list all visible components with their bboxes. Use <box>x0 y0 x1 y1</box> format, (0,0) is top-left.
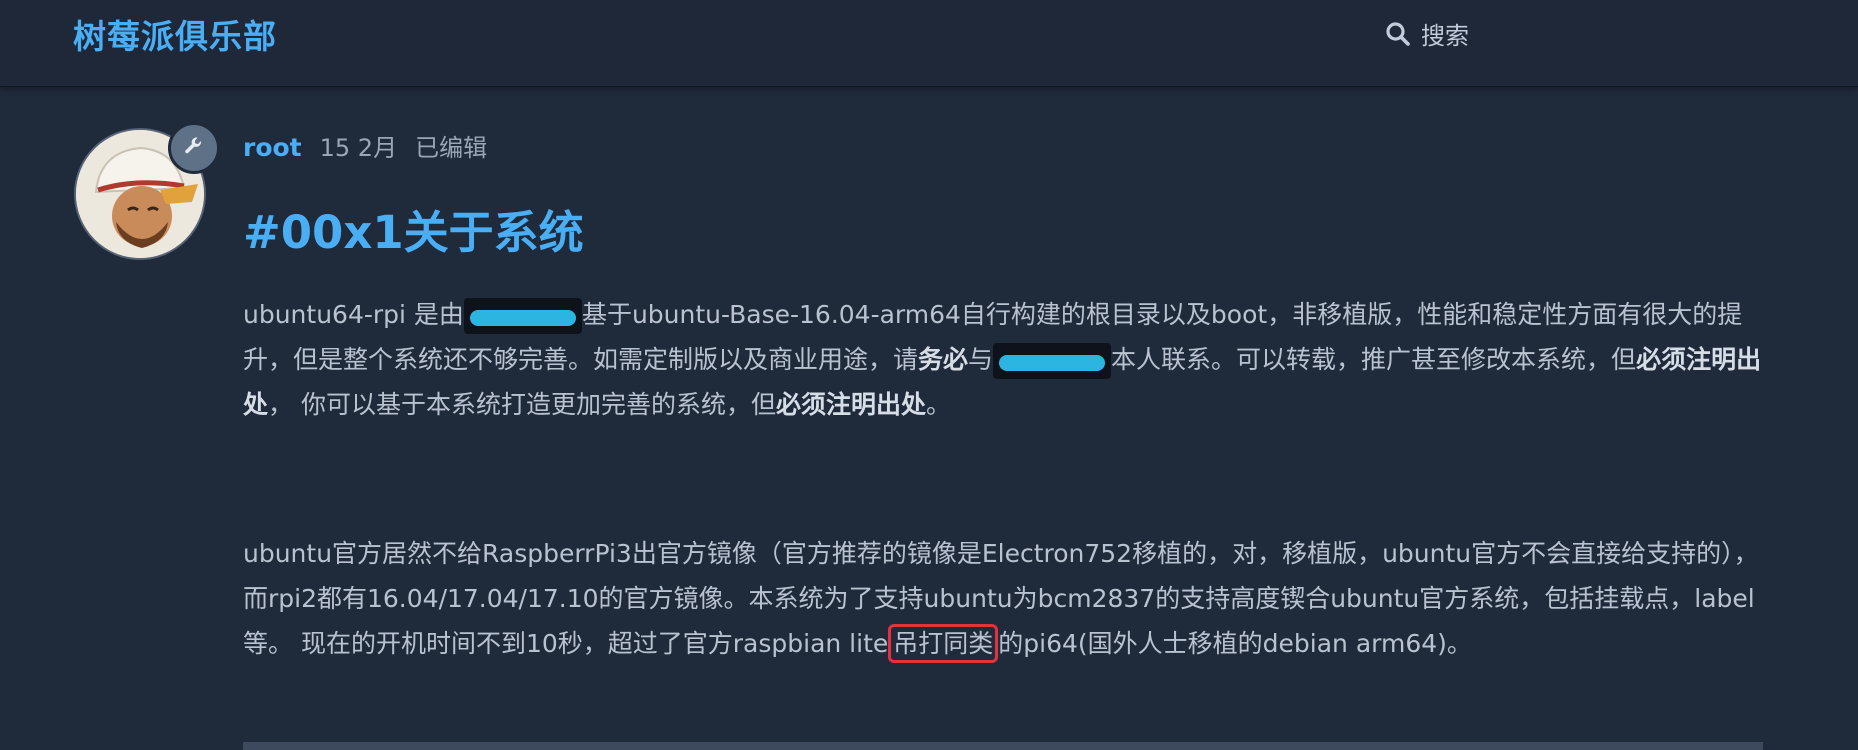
post-title: #00x1关于系统 <box>243 206 584 259</box>
search-button[interactable]: 搜索 <box>1385 16 1469 51</box>
search-icon <box>1385 21 1411 47</box>
text-segment: 的pi64(国外人士移植的debian arm64)。 <box>998 629 1472 658</box>
bold-text: 务必 <box>918 345 969 374</box>
bold-text: 必须注明出处 <box>775 390 926 419</box>
content-divider <box>243 742 1763 750</box>
text-segment: ， 你可以基于本系统打造更加完善的系统，但 <box>268 390 776 419</box>
site-title[interactable]: 树莓派俱乐部 <box>73 10 277 58</box>
text-segment: ubuntu64-rpi 是由 <box>243 300 464 329</box>
moderator-badge <box>168 122 220 174</box>
post-date[interactable]: 15 2月 <box>320 128 397 163</box>
text-segment: 与 <box>968 345 994 374</box>
post-paragraph-2: ubuntu官方居然不给RaspberrPi3出官方镜像（官方推荐的镜像是Ele… <box>243 531 1773 666</box>
author-name[interactable]: root <box>243 133 302 162</box>
text-segment: 本人联系。可以转载，推广甚至修改本系统，但 <box>1111 345 1637 374</box>
wrench-icon <box>182 134 206 162</box>
edited-indicator[interactable]: 已编辑 <box>415 128 487 163</box>
search-label: 搜索 <box>1421 22 1469 50</box>
site-header: 树莓派俱乐部 搜索 <box>0 0 1858 87</box>
redacted-name <box>463 298 582 334</box>
highlighted-text: 吊打同类 <box>888 624 999 663</box>
post-meta: root 15 2月 已编辑 <box>243 128 487 163</box>
redacted-name <box>993 343 1112 379</box>
author-avatar-wrap[interactable] <box>74 122 220 260</box>
post-paragraph-1: ubuntu64-rpi 是由 基于ubuntu-Base-16.04-arm64… <box>243 292 1773 427</box>
text-segment: 。 <box>925 390 951 419</box>
